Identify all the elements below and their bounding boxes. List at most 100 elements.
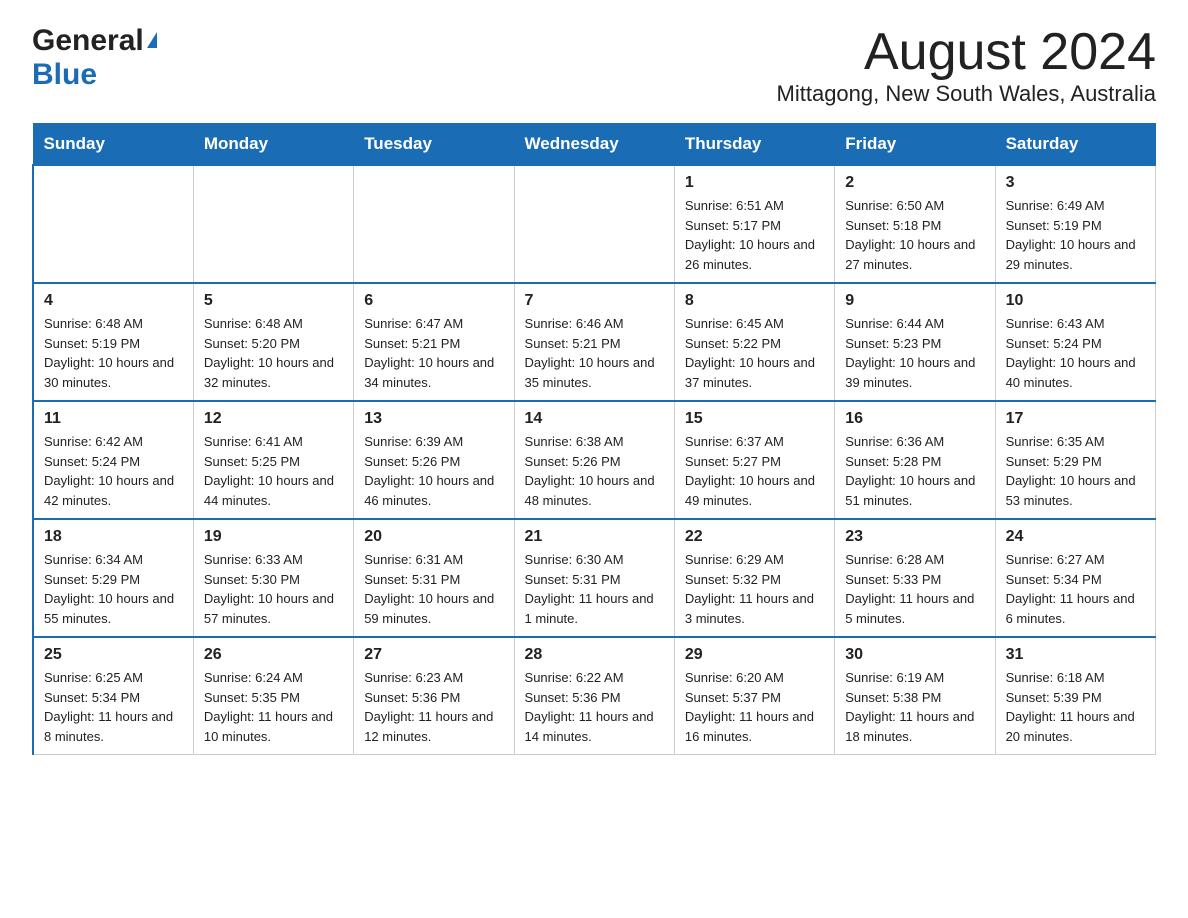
day-number: 30 <box>845 646 984 664</box>
day-info: Sunrise: 6:48 AM Sunset: 5:19 PM Dayligh… <box>44 314 183 392</box>
day-info: Sunrise: 6:25 AM Sunset: 5:34 PM Dayligh… <box>44 668 183 746</box>
day-number: 12 <box>204 410 343 428</box>
day-info: Sunrise: 6:24 AM Sunset: 5:35 PM Dayligh… <box>204 668 343 746</box>
header-tuesday: Tuesday <box>354 124 514 166</box>
calendar-cell: 14 Sunrise: 6:38 AM Sunset: 5:26 PM Dayli… <box>514 401 674 519</box>
day-number: 4 <box>44 292 183 310</box>
calendar-cell: 31Sunrise: 6:18 AM Sunset: 5:39 PM Dayli… <box>995 637 1155 755</box>
month-title: August 2024 <box>777 24 1156 81</box>
day-number: 15 <box>685 410 824 428</box>
day-number: 2 <box>845 174 984 192</box>
calendar-cell: 25 Sunrise: 6:25 AM Sunset: 5:34 PM Dayli… <box>33 637 193 755</box>
calendar-cell: 10Sunrise: 6:43 AM Sunset: 5:24 PM Dayli… <box>995 283 1155 401</box>
day-info: Sunrise: 6:31 AM Sunset: 5:31 PM Dayligh… <box>364 550 503 628</box>
logo: General Blue <box>32 24 157 92</box>
day-info: Sunrise: 6:34 AM Sunset: 5:29 PM Dayligh… <box>44 550 183 628</box>
calendar-cell: 16 Sunrise: 6:36 AM Sunset: 5:28 PM Dayli… <box>835 401 995 519</box>
day-number: 26 <box>204 646 343 664</box>
day-number: 5 <box>204 292 343 310</box>
calendar-cell: 28 Sunrise: 6:22 AM Sunset: 5:36 PM Dayli… <box>514 637 674 755</box>
day-info: Sunrise: 6:48 AM Sunset: 5:20 PM Dayligh… <box>204 314 343 392</box>
calendar-cell: 2Sunrise: 6:50 AM Sunset: 5:18 PM Daylig… <box>835 165 995 283</box>
day-number: 16 <box>845 410 984 428</box>
calendar-cell: 24Sunrise: 6:27 AM Sunset: 5:34 PM Dayli… <box>995 519 1155 637</box>
day-number: 31 <box>1006 646 1145 664</box>
day-info: Sunrise: 6:35 AM Sunset: 5:29 PM Dayligh… <box>1006 432 1145 510</box>
day-number: 1 <box>685 174 824 192</box>
logo-general-text: General <box>32 24 144 58</box>
calendar-cell: 20 Sunrise: 6:31 AM Sunset: 5:31 PM Dayli… <box>354 519 514 637</box>
calendar-cell: 22 Sunrise: 6:29 AM Sunset: 5:32 PM Dayli… <box>674 519 834 637</box>
calendar-cell <box>514 165 674 283</box>
title-block: August 2024 Mittagong, New South Wales, … <box>777 24 1156 107</box>
day-info: Sunrise: 6:37 AM Sunset: 5:27 PM Dayligh… <box>685 432 824 510</box>
day-info: Sunrise: 6:42 AM Sunset: 5:24 PM Dayligh… <box>44 432 183 510</box>
day-info: Sunrise: 6:29 AM Sunset: 5:32 PM Dayligh… <box>685 550 824 628</box>
logo-blue-text: Blue <box>32 58 97 91</box>
header-sunday: Sunday <box>33 124 193 166</box>
day-info: Sunrise: 6:49 AM Sunset: 5:19 PM Dayligh… <box>1006 196 1145 274</box>
day-info: Sunrise: 6:38 AM Sunset: 5:26 PM Dayligh… <box>525 432 664 510</box>
logo-top-row: General <box>32 24 157 58</box>
day-number: 28 <box>525 646 664 664</box>
calendar-cell: 5 Sunrise: 6:48 AM Sunset: 5:20 PM Daylig… <box>193 283 353 401</box>
header-saturday: Saturday <box>995 124 1155 166</box>
day-number: 21 <box>525 528 664 546</box>
day-info: Sunrise: 6:46 AM Sunset: 5:21 PM Dayligh… <box>525 314 664 392</box>
day-info: Sunrise: 6:19 AM Sunset: 5:38 PM Dayligh… <box>845 668 984 746</box>
day-info: Sunrise: 6:27 AM Sunset: 5:34 PM Dayligh… <box>1006 550 1145 628</box>
day-number: 29 <box>685 646 824 664</box>
calendar-cell: 3Sunrise: 6:49 AM Sunset: 5:19 PM Daylig… <box>995 165 1155 283</box>
day-info: Sunrise: 6:51 AM Sunset: 5:17 PM Dayligh… <box>685 196 824 274</box>
calendar-table: SundayMondayTuesdayWednesdayThursdayFrid… <box>32 123 1156 755</box>
day-number: 25 <box>44 646 183 664</box>
calendar-cell: 13 Sunrise: 6:39 AM Sunset: 5:26 PM Dayli… <box>354 401 514 519</box>
calendar-cell <box>33 165 193 283</box>
day-info: Sunrise: 6:41 AM Sunset: 5:25 PM Dayligh… <box>204 432 343 510</box>
day-info: Sunrise: 6:39 AM Sunset: 5:26 PM Dayligh… <box>364 432 503 510</box>
calendar-cell <box>354 165 514 283</box>
calendar-cell: 4 Sunrise: 6:48 AM Sunset: 5:19 PM Daylig… <box>33 283 193 401</box>
calendar-cell: 9 Sunrise: 6:44 AM Sunset: 5:23 PM Daylig… <box>835 283 995 401</box>
day-info: Sunrise: 6:45 AM Sunset: 5:22 PM Dayligh… <box>685 314 824 392</box>
week-row-4: 18Sunrise: 6:34 AM Sunset: 5:29 PM Dayli… <box>33 519 1156 637</box>
day-number: 6 <box>364 292 503 310</box>
day-info: Sunrise: 6:33 AM Sunset: 5:30 PM Dayligh… <box>204 550 343 628</box>
day-number: 7 <box>525 292 664 310</box>
day-number: 9 <box>845 292 984 310</box>
day-info: Sunrise: 6:22 AM Sunset: 5:36 PM Dayligh… <box>525 668 664 746</box>
day-number: 19 <box>204 528 343 546</box>
calendar-cell: 26 Sunrise: 6:24 AM Sunset: 5:35 PM Dayli… <box>193 637 353 755</box>
calendar-cell: 18Sunrise: 6:34 AM Sunset: 5:29 PM Dayli… <box>33 519 193 637</box>
day-info: Sunrise: 6:47 AM Sunset: 5:21 PM Dayligh… <box>364 314 503 392</box>
header-wednesday: Wednesday <box>514 124 674 166</box>
week-row-5: 25 Sunrise: 6:25 AM Sunset: 5:34 PM Dayli… <box>33 637 1156 755</box>
logo-triangle-icon <box>147 32 157 48</box>
day-info: Sunrise: 6:43 AM Sunset: 5:24 PM Dayligh… <box>1006 314 1145 392</box>
day-number: 22 <box>685 528 824 546</box>
day-number: 8 <box>685 292 824 310</box>
week-row-3: 11 Sunrise: 6:42 AM Sunset: 5:24 PM Dayli… <box>33 401 1156 519</box>
day-number: 17 <box>1006 410 1145 428</box>
calendar-header-row: SundayMondayTuesdayWednesdayThursdayFrid… <box>33 124 1156 166</box>
header-friday: Friday <box>835 124 995 166</box>
day-number: 13 <box>364 410 503 428</box>
calendar-cell: 27Sunrise: 6:23 AM Sunset: 5:36 PM Dayli… <box>354 637 514 755</box>
day-number: 20 <box>364 528 503 546</box>
day-number: 11 <box>44 410 183 428</box>
calendar-cell: 1 Sunrise: 6:51 AM Sunset: 5:17 PM Daylig… <box>674 165 834 283</box>
day-info: Sunrise: 6:44 AM Sunset: 5:23 PM Dayligh… <box>845 314 984 392</box>
header-thursday: Thursday <box>674 124 834 166</box>
calendar-cell: 15 Sunrise: 6:37 AM Sunset: 5:27 PM Dayli… <box>674 401 834 519</box>
header-monday: Monday <box>193 124 353 166</box>
logo-blue-row: Blue <box>32 58 97 92</box>
calendar-cell: 6 Sunrise: 6:47 AM Sunset: 5:21 PM Daylig… <box>354 283 514 401</box>
calendar-cell <box>193 165 353 283</box>
day-info: Sunrise: 6:20 AM Sunset: 5:37 PM Dayligh… <box>685 668 824 746</box>
day-info: Sunrise: 6:36 AM Sunset: 5:28 PM Dayligh… <box>845 432 984 510</box>
calendar-cell: 23Sunrise: 6:28 AM Sunset: 5:33 PM Dayli… <box>835 519 995 637</box>
day-number: 23 <box>845 528 984 546</box>
location-title: Mittagong, New South Wales, Australia <box>777 81 1156 107</box>
day-number: 14 <box>525 410 664 428</box>
week-row-1: 1 Sunrise: 6:51 AM Sunset: 5:17 PM Daylig… <box>33 165 1156 283</box>
